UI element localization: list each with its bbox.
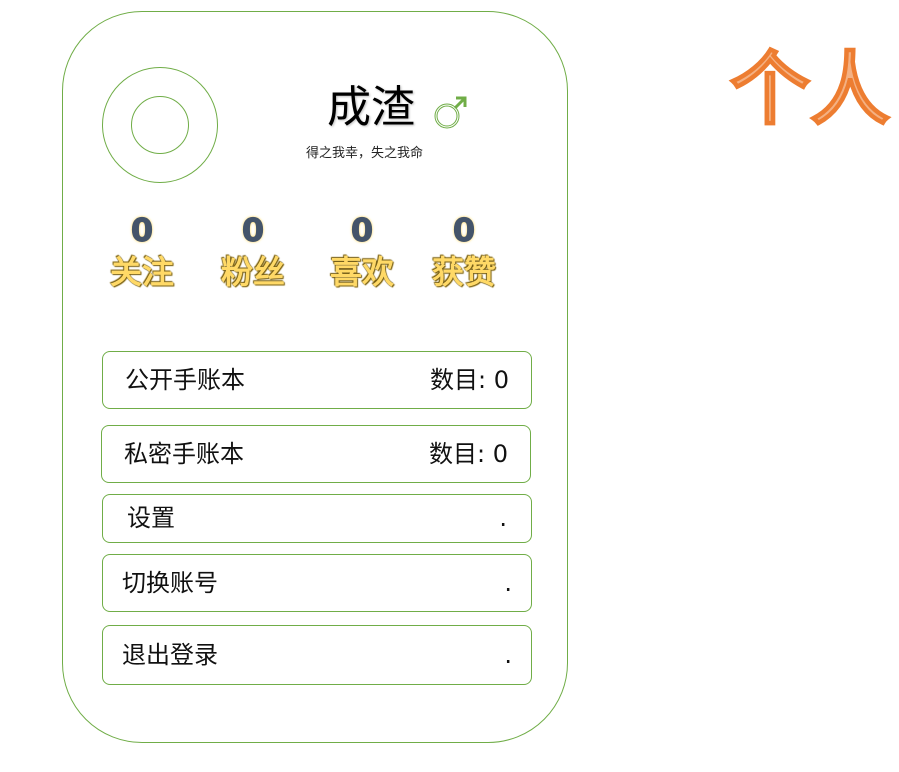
- praised-label[interactable]: 获赞: [419, 250, 509, 294]
- switch-account-label: 切换账号: [122, 569, 218, 597]
- username: 成渣: [327, 82, 415, 133]
- logout-label: 退出登录: [122, 641, 218, 669]
- page-title: 个人: [729, 42, 891, 137]
- followers-count: 0: [241, 211, 265, 250]
- likes-count: 0: [350, 211, 374, 250]
- following-label[interactable]: 关注: [97, 250, 187, 294]
- public-notebooks-count: 数目: 0: [430, 366, 509, 394]
- public-notebooks-row[interactable]: 公开手账本 数目: 0: [102, 351, 532, 409]
- following-count: 0: [130, 211, 154, 250]
- avatar-inner-ring: [131, 96, 189, 154]
- male-gender-icon: [434, 96, 467, 129]
- switch-account-arrow: .: [504, 569, 512, 597]
- praised-count: 0: [452, 211, 476, 250]
- switch-account-row[interactable]: 切换账号 .: [102, 554, 532, 612]
- likes-label[interactable]: 喜欢: [317, 250, 407, 294]
- public-notebooks-label: 公开手账本: [125, 366, 245, 394]
- motto-text: 得之我幸，失之我命: [306, 146, 424, 161]
- settings-label: 设置: [127, 504, 175, 532]
- settings-arrow: .: [499, 504, 507, 532]
- private-notebooks-count: 数目: 0: [429, 440, 508, 468]
- logout-arrow: .: [504, 641, 512, 669]
- followers-label[interactable]: 粉丝: [208, 250, 298, 294]
- logout-row[interactable]: 退出登录 .: [102, 625, 532, 685]
- settings-row[interactable]: 设置 .: [102, 494, 532, 543]
- private-notebooks-label: 私密手账本: [124, 440, 244, 468]
- private-notebooks-row[interactable]: 私密手账本 数目: 0: [101, 425, 531, 483]
